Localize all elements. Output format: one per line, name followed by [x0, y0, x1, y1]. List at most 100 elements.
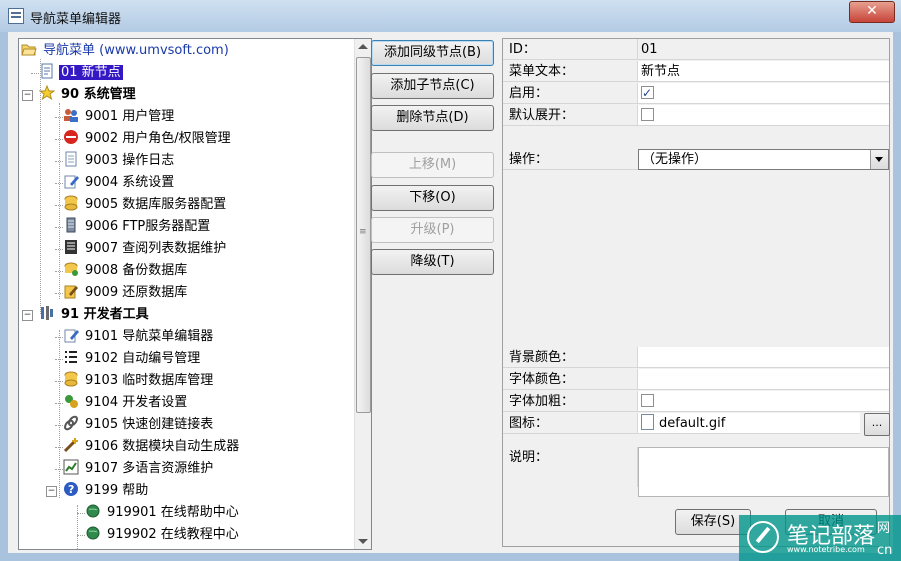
chevron-down-icon[interactable]: [870, 150, 888, 169]
star-icon: [38, 84, 56, 101]
tree-item[interactable]: 9001 用户管理: [55, 107, 176, 127]
tree-item[interactable]: 9104 开发者设置: [55, 393, 189, 413]
watermark: 笔记部落 网 www.notetribe.com cn: [739, 515, 901, 561]
tree-item[interactable]: 9106 数据模块自动生成器: [55, 437, 241, 457]
bg-color-label: 背景颜色：: [503, 347, 638, 368]
title-bar[interactable]: 导航菜单编辑器 ✕: [0, 0, 901, 32]
tree-item[interactable]: 9101 导航菜单编辑器: [55, 327, 215, 347]
watermark-suffix: 网: [877, 521, 891, 536]
menu-text-label: 菜单文本：: [503, 61, 638, 82]
delete-node-button[interactable]: 删除节点(D): [371, 105, 494, 131]
move-up-button[interactable]: 上移(M): [371, 152, 494, 178]
tree-line: [55, 183, 63, 184]
tree-item[interactable]: 9008 备份数据库: [55, 261, 189, 281]
tree-item[interactable]: − 91 开发者工具: [22, 305, 151, 325]
tree-item[interactable]: 9005 数据库服务器配置: [55, 195, 228, 215]
server-icon: [63, 217, 79, 233]
tree-item[interactable]: 9009 还原数据库: [55, 283, 189, 303]
window-title: 导航菜单编辑器: [30, 12, 122, 27]
add-sibling-node-button[interactable]: 添加同级节点(B): [371, 40, 494, 66]
settings-icon: [63, 393, 79, 409]
tree-item-label: 9005 数据库服务器配置: [85, 197, 227, 212]
bg-color-field[interactable]: [638, 347, 889, 368]
close-button[interactable]: ✕: [849, 1, 895, 23]
tree-item[interactable]: 9105 快速创建链接表: [55, 415, 215, 435]
edit-icon: [63, 173, 79, 189]
tree-item[interactable]: 01 新节点: [31, 63, 123, 83]
move-down-button[interactable]: 下移(O): [371, 185, 494, 211]
page-icon: [39, 63, 55, 79]
tree-root-label: 导航菜单 (www.umvsoft.com): [43, 43, 229, 58]
tree-line: [31, 73, 39, 74]
tree-line: [55, 381, 63, 382]
tree-line: [55, 227, 63, 228]
scroll-up-arrow-icon[interactable]: [358, 44, 368, 49]
menu-text-field[interactable]: 新节点: [638, 61, 889, 82]
action-label: 操作：: [503, 149, 638, 170]
enabled-cell: [638, 83, 889, 104]
tree-item[interactable]: 919901 在线帮助中心: [77, 503, 241, 523]
promote-button[interactable]: 升级(P): [371, 217, 494, 243]
users-icon: [63, 107, 79, 123]
tree-item-label: 91 开发者工具: [61, 307, 149, 322]
dialog-window: 导航菜单编辑器 ✕ 导航菜单 (www.umvsoft.com) 01 新节点 −…: [0, 0, 901, 561]
tree-item[interactable]: −? 9199 帮助: [46, 481, 150, 501]
document-icon: [63, 151, 79, 167]
add-child-node-button[interactable]: 添加子节点(C): [371, 73, 494, 99]
id-value: 01: [638, 39, 889, 60]
tree-item[interactable]: 9007 查阅列表数据维护: [55, 239, 228, 259]
collapse-toggle-icon[interactable]: −: [22, 90, 33, 101]
tree-item[interactable]: − 90 系统管理: [22, 84, 138, 105]
tree-line: [77, 505, 78, 549]
watermark-tld: cn: [877, 543, 893, 558]
wand-icon: [63, 437, 79, 453]
menu-tree[interactable]: 导航菜单 (www.umvsoft.com) 01 新节点 − 90 系统管理 900…: [18, 38, 372, 550]
tree-line: [55, 359, 63, 360]
tree-item-label: 9008 备份数据库: [85, 263, 188, 278]
tree-item[interactable]: 9002 用户角色/权限管理: [55, 129, 233, 149]
dialog-body: 导航菜单 (www.umvsoft.com) 01 新节点 − 90 系统管理 900…: [8, 32, 893, 553]
folder-open-icon: [21, 41, 37, 57]
tree-item-label: 9004 系统设置: [85, 175, 175, 190]
enabled-checkbox[interactable]: [641, 83, 654, 104]
tree-item[interactable]: 9006 FTP服务器配置: [55, 217, 212, 237]
action-dropdown[interactable]: （无操作）: [638, 149, 889, 170]
tree-item[interactable]: 9003 操作日志: [55, 151, 176, 171]
tree-line: [55, 337, 63, 338]
tree-item[interactable]: 9107 多语言资源维护: [55, 459, 215, 479]
tree-scrollbar[interactable]: ≡: [354, 39, 371, 549]
collapse-toggle-icon[interactable]: −: [46, 486, 57, 497]
tree-line: [59, 103, 60, 299]
demote-button[interactable]: 降级(T): [371, 249, 494, 275]
tree-item[interactable]: 9004 系统设置: [55, 173, 176, 193]
tree-item[interactable]: 9103 临时数据库管理: [55, 371, 215, 391]
icon-label: 图标：: [503, 413, 638, 434]
tree-item[interactable]: 9102 自动编号管理: [55, 349, 202, 369]
tree-line: [59, 330, 60, 498]
grip-icon: ≡: [359, 227, 367, 237]
tree-line: [55, 425, 63, 426]
pen-logo-icon: [747, 521, 779, 553]
tree-item-label: 90 系统管理: [61, 87, 136, 102]
font-color-field[interactable]: [638, 369, 889, 390]
icon-field[interactable]: default.gif: [638, 413, 860, 434]
tools-icon: [39, 305, 55, 321]
collapse-toggle-icon[interactable]: −: [22, 310, 33, 321]
tree-item[interactable]: 919902 在线教程中心: [77, 525, 241, 545]
font-bold-checkbox[interactable]: [641, 394, 654, 407]
tree-line: [77, 513, 85, 514]
note-textarea[interactable]: [638, 447, 889, 497]
globe-icon: [85, 525, 101, 541]
tree-item-label: 919902 在线教程中心: [107, 527, 239, 542]
tree-item-label: 9101 导航菜单编辑器: [85, 329, 214, 344]
svg-text:?: ?: [68, 483, 74, 496]
default-expand-checkbox[interactable]: [641, 108, 654, 121]
font-bold-cell: [638, 391, 889, 412]
stop-icon: [63, 129, 79, 145]
browse-button[interactable]: ...: [864, 413, 890, 436]
scroll-down-arrow-icon[interactable]: [358, 539, 368, 544]
app-icon: [8, 8, 24, 24]
tree-item-label: 9003 操作日志: [85, 153, 175, 168]
tree-line: [55, 205, 63, 206]
tree-root[interactable]: 导航菜单 (www.umvsoft.com): [21, 41, 231, 61]
